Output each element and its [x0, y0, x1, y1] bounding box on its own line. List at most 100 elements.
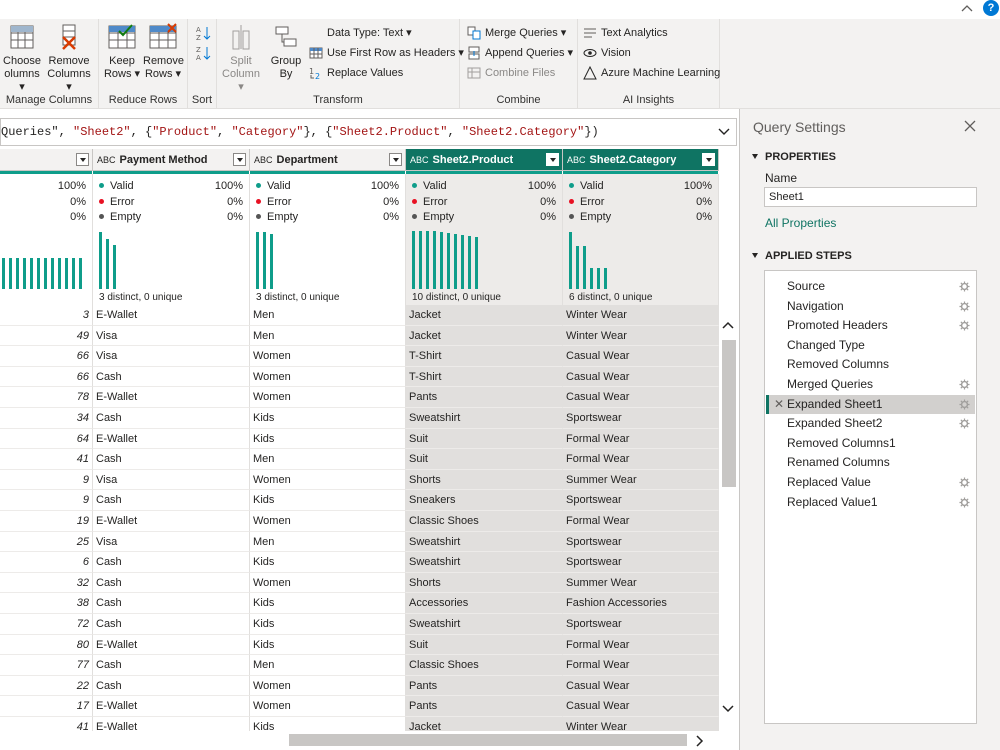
gear-icon[interactable]	[959, 399, 970, 410]
table-cell[interactable]: Kids	[250, 490, 406, 511]
table-cell[interactable]: Shorts	[406, 469, 563, 491]
applied-step-item[interactable]: Replaced Value1	[766, 493, 975, 513]
table-cell[interactable]: Formal Wear	[563, 655, 719, 676]
query-name-input[interactable]: Sheet1	[764, 187, 977, 207]
table-cell[interactable]: Cash	[93, 552, 250, 573]
table-cell[interactable]: E-Wallet	[93, 305, 250, 326]
table-cell[interactable]: 78	[0, 387, 93, 408]
table-cell[interactable]: Jacket	[406, 325, 563, 347]
column-filter-dropdown-icon[interactable]	[233, 153, 246, 166]
gear-icon[interactable]	[959, 301, 970, 312]
table-cell[interactable]: Visa	[93, 531, 250, 553]
table-cell[interactable]: Casual Wear	[563, 696, 719, 717]
scroll-up-icon[interactable]	[722, 321, 734, 329]
table-cell[interactable]: 41	[0, 449, 93, 470]
azure-ml-button[interactable]: Azure Machine Learning	[583, 64, 720, 82]
all-properties-link[interactable]: All Properties	[765, 216, 836, 230]
sort-descending-icon[interactable]: ZA	[195, 45, 211, 61]
table-cell[interactable]: Cash	[93, 572, 250, 594]
table-cell[interactable]: 49	[0, 325, 93, 347]
applied-step-item[interactable]: Changed Type	[766, 336, 975, 356]
table-cell[interactable]: Cash	[93, 449, 250, 470]
table-cell[interactable]: Women	[250, 696, 406, 717]
table-cell[interactable]: Men	[250, 325, 406, 347]
table-cell[interactable]: 6	[0, 552, 93, 573]
table-cell[interactable]: 80	[0, 634, 93, 656]
table-cell[interactable]: Men	[250, 449, 406, 470]
table-cell[interactable]: Women	[250, 675, 406, 697]
vertical-scroll-thumb[interactable]	[722, 340, 736, 487]
column-filter-dropdown-icon[interactable]	[546, 153, 559, 166]
table-cell[interactable]: T-Shirt	[406, 366, 563, 388]
table-cell[interactable]: Women	[250, 366, 406, 388]
gear-icon[interactable]	[959, 281, 970, 292]
table-cell[interactable]: Cash	[93, 408, 250, 429]
delete-step-icon[interactable]: ✕	[774, 395, 784, 415]
table-cell[interactable]: 72	[0, 614, 93, 635]
table-cell[interactable]: 22	[0, 675, 93, 697]
table-cell[interactable]: Sportswear	[563, 490, 719, 511]
table-cell[interactable]: 32	[0, 572, 93, 594]
table-cell[interactable]: Summer Wear	[563, 469, 719, 491]
column-filter-dropdown-icon[interactable]	[389, 153, 402, 166]
table-cell[interactable]: Summer Wear	[563, 572, 719, 594]
collapse-ribbon-icon[interactable]	[961, 3, 973, 13]
table-cell[interactable]: Men	[250, 305, 406, 326]
table-cell[interactable]: Suit	[406, 634, 563, 656]
gear-icon[interactable]	[959, 497, 970, 508]
table-cell[interactable]: Winter Wear	[563, 325, 719, 347]
scroll-right-icon[interactable]	[696, 735, 704, 747]
table-cell[interactable]: Cash	[93, 614, 250, 635]
properties-section-header[interactable]: PROPERTIES	[752, 151, 836, 163]
table-cell[interactable]: Women	[250, 346, 406, 367]
close-icon[interactable]	[964, 120, 976, 132]
table-cell[interactable]: E-Wallet	[93, 511, 250, 532]
remove-columns-button[interactable]: Remove Columns ▾	[44, 23, 94, 94]
applied-step-item[interactable]: Source	[766, 277, 975, 297]
table-cell[interactable]: Classic Shoes	[406, 511, 563, 532]
applied-step-item[interactable]: Removed Columns1	[766, 434, 975, 454]
table-cell[interactable]: Sweatshirt	[406, 531, 563, 553]
table-cell[interactable]: 66	[0, 346, 93, 367]
table-cell[interactable]: 64	[0, 428, 93, 450]
table-cell[interactable]: Winter Wear	[563, 305, 719, 326]
data-type-dropdown[interactable]: Data Type: Text ▾	[309, 24, 412, 42]
table-cell[interactable]: 66	[0, 366, 93, 388]
table-cell[interactable]: 9	[0, 490, 93, 511]
table-cell[interactable]: Accessories	[406, 593, 563, 614]
formula-bar[interactable]: Queries", "Sheet2", {"Product", "Categor…	[0, 118, 737, 146]
table-cell[interactable]: 19	[0, 511, 93, 532]
applied-step-item[interactable]: ✕ Expanded Sheet1	[766, 394, 975, 415]
table-cell[interactable]: Sweatshirt	[406, 408, 563, 429]
gear-icon[interactable]	[959, 418, 970, 429]
table-cell[interactable]: Women	[250, 469, 406, 491]
table-cell[interactable]: E-Wallet	[93, 387, 250, 408]
table-cell[interactable]: Sportswear	[563, 531, 719, 553]
text-analytics-button[interactable]: Text Analytics	[583, 24, 668, 42]
sort-ascending-icon[interactable]: AZ	[195, 25, 211, 41]
table-cell[interactable]: Suit	[406, 428, 563, 450]
table-cell[interactable]: Suit	[406, 449, 563, 470]
table-cell[interactable]: Casual Wear	[563, 346, 719, 367]
table-cell[interactable]: T-Shirt	[406, 346, 563, 367]
table-cell[interactable]: 3	[0, 305, 93, 326]
applied-step-item[interactable]: Promoted Headers	[766, 316, 975, 336]
table-cell[interactable]: Sweatshirt	[406, 614, 563, 635]
table-cell[interactable]: Formal Wear	[563, 634, 719, 656]
applied-step-item[interactable]: Merged Queries	[766, 375, 975, 395]
gear-icon[interactable]	[959, 379, 970, 390]
use-first-row-headers-button[interactable]: Use First Row as Headers ▾	[309, 44, 464, 62]
table-cell[interactable]: Jacket	[406, 305, 563, 326]
table-cell[interactable]: Kids	[250, 552, 406, 573]
applied-step-item[interactable]: Renamed Columns	[766, 453, 975, 473]
table-cell[interactable]: Pants	[406, 387, 563, 408]
applied-step-item[interactable]: Navigation	[766, 297, 975, 317]
gear-icon[interactable]	[959, 477, 970, 488]
replace-values-button[interactable]: 12 Replace Values	[309, 64, 403, 82]
table-cell[interactable]: Women	[250, 572, 406, 594]
table-cell[interactable]: Sweatshirt	[406, 552, 563, 573]
table-cell[interactable]: 25	[0, 531, 93, 553]
table-cell[interactable]: Visa	[93, 346, 250, 367]
table-cell[interactable]: 77	[0, 655, 93, 676]
table-cell[interactable]: E-Wallet	[93, 696, 250, 717]
